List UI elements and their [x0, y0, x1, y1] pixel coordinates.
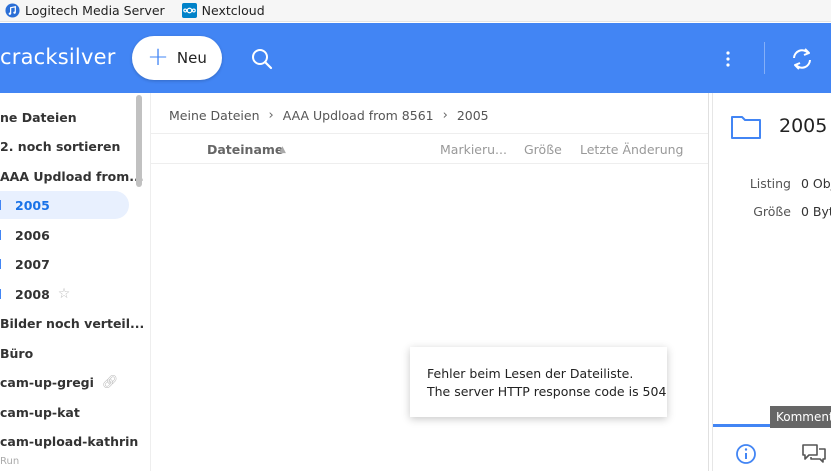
plus-icon: +	[147, 41, 169, 72]
sidebar-item-label: 2. noch sortieren	[0, 138, 121, 154]
music-note-icon	[5, 3, 20, 18]
column-size[interactable]: Größe	[524, 142, 562, 157]
sidebar-item-cam-up-kat[interactable]: cam-up-kat	[0, 398, 80, 426]
chevron-right-icon: ›	[442, 108, 448, 123]
sidebar-item-label: 2006	[15, 227, 50, 243]
info-icon[interactable]	[735, 443, 757, 465]
folder-icon	[0, 289, 8, 299]
sidebar-item-label: ne Dateien	[0, 109, 77, 125]
sidebar-item-label: Bilder noch verteil...	[0, 315, 145, 331]
sidebar-item-label: cam-upload-kathrin	[0, 433, 139, 449]
star-icon[interactable]: ☆	[58, 286, 71, 302]
breadcrumb: Meine Dateien › AAA Updload from 8561 › …	[169, 108, 489, 123]
details-title: 2005	[779, 115, 828, 137]
bookmarks-bar: Logitech Media Server Nextcloud	[0, 0, 831, 22]
bookmark-nextcloud[interactable]: Nextcloud	[177, 3, 265, 18]
sidebar-item-label: 2007	[15, 256, 50, 272]
folder-icon	[731, 116, 761, 139]
link-icon: 🔗︎	[101, 374, 119, 390]
size-label: Größe	[753, 204, 791, 219]
app-header: cracksilver + Neu	[0, 23, 831, 93]
column-filename[interactable]: Dateiname	[207, 142, 283, 157]
bookmark-label: Logitech Media Server	[25, 3, 165, 18]
breadcrumb-item[interactable]: 2005	[457, 108, 489, 123]
sidebar-scrollbar[interactable]	[136, 95, 142, 187]
panel-divider	[708, 93, 709, 471]
error-toast[interactable]: Fehler beim Lesen der Dateiliste. The se…	[410, 347, 667, 417]
toast-message-line1: Fehler beim Lesen der Dateiliste.	[427, 366, 634, 381]
breadcrumb-item[interactable]: Meine Dateien	[169, 108, 260, 123]
sidebar-item-label: cam-up-gregi	[0, 374, 94, 390]
sidebar-item-2005[interactable]: 2005	[0, 191, 129, 219]
sidebar-item-2008[interactable]: 2008 ☆	[0, 280, 70, 308]
folder-icon	[0, 200, 8, 210]
sidebar-item-noch-sortieren[interactable]: 2. noch sortieren	[0, 132, 120, 160]
active-tab-indicator	[713, 424, 770, 427]
size-value: 0 Byte	[801, 204, 831, 219]
folder-icon	[0, 259, 8, 269]
column-header: Dateiname ▲ Markieru... Größe Letzte Änd…	[151, 133, 708, 164]
listing-label: Listing	[749, 176, 791, 191]
bookmark-logitech[interactable]: Logitech Media Server	[0, 3, 165, 18]
breadcrumb-item[interactable]: AAA Updload from 8561	[283, 108, 434, 123]
more-options-icon[interactable]	[723, 50, 733, 68]
bookmark-label: Nextcloud	[201, 3, 265, 18]
sidebar-item-2006[interactable]: 2006	[0, 221, 50, 249]
sidebar-item-cam-upload-kathrin[interactable]: cam-upload-kathrin	[0, 427, 138, 455]
sidebar-item-label: Run	[0, 455, 20, 467]
new-button[interactable]: + Neu	[132, 36, 222, 80]
sidebar-item-aaa-upload[interactable]: AAA Updload from...	[0, 162, 144, 190]
sidebar-item-run[interactable]: Run	[0, 453, 19, 469]
sidebar-item-2007[interactable]: 2007	[0, 250, 50, 278]
nextcloud-icon	[181, 3, 197, 18]
comment-icon[interactable]	[801, 443, 827, 465]
app-title: cracksilver	[0, 45, 116, 69]
sync-icon[interactable]	[788, 45, 816, 73]
sidebar-item-label: AAA Updload from...	[0, 168, 144, 184]
column-modified[interactable]: Letzte Änderung	[580, 142, 683, 157]
listing-value: 0 Obj	[801, 176, 831, 191]
sidebar-item-label: 2005	[15, 197, 50, 213]
sidebar-item-label: Büro	[0, 345, 34, 361]
search-icon[interactable]	[250, 47, 274, 71]
toast-message-line2: The server HTTP response code is 504	[427, 384, 667, 399]
new-button-label: Neu	[176, 49, 207, 67]
sort-ascending-icon: ▲	[279, 145, 286, 155]
comments-tooltip: Komment	[770, 406, 831, 428]
sidebar-item-cam-up-gregi[interactable]: cam-up-gregi 🔗︎	[0, 368, 118, 396]
sidebar-item-buero[interactable]: Büro	[0, 339, 33, 367]
chevron-right-icon: ›	[268, 108, 274, 123]
sidebar-item-bilder[interactable]: Bilder noch verteil...	[0, 309, 144, 337]
sidebar-item-label: 2008	[15, 286, 50, 302]
folder-icon	[0, 230, 8, 240]
sidebar: ne Dateien 2. noch sortieren AAA Updload…	[0, 93, 148, 471]
sidebar-item-label: cam-up-kat	[0, 404, 80, 420]
column-tags[interactable]: Markieru...	[440, 142, 507, 157]
sidebar-item-my-files[interactable]: ne Dateien	[0, 103, 77, 131]
header-divider	[764, 42, 765, 74]
